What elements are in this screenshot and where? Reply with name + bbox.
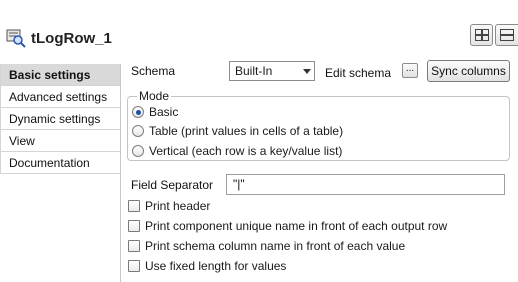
schema-type-value: Built-In <box>235 64 273 78</box>
checkbox[interactable] <box>128 200 140 212</box>
radio-selected-icon[interactable] <box>132 106 144 118</box>
edit-schema-label: Edit schema <box>325 66 392 80</box>
mode-option-basic[interactable]: Basic <box>132 104 178 120</box>
settings-sidebar: Basic settings Advanced settings Dynamic… <box>0 64 121 282</box>
print-column-name-option[interactable]: Print schema column name in front of eac… <box>128 238 405 254</box>
view-toggle <box>470 24 518 46</box>
fixed-length-option[interactable]: Use fixed length for values <box>128 258 286 274</box>
sidebar-item-advanced-settings[interactable]: Advanced settings <box>0 86 120 108</box>
mode-option-table[interactable]: Table (print values in cells of a table) <box>132 123 343 139</box>
grid-view-button[interactable] <box>470 24 494 46</box>
radio-icon[interactable] <box>132 145 144 157</box>
schema-type-select[interactable]: Built-In <box>229 61 315 81</box>
checkbox-label: Print schema column name in front of eac… <box>145 239 406 253</box>
checkbox-label: Print header <box>145 199 211 213</box>
mode-option-vertical[interactable]: Vertical (each row is a key/value list) <box>132 143 342 159</box>
print-unique-name-option[interactable]: Print component unique name in front of … <box>128 218 447 234</box>
mode-legend: Mode <box>137 89 172 103</box>
list-view-icon <box>500 29 514 41</box>
radio-icon[interactable] <box>132 125 144 137</box>
checkbox[interactable] <box>128 220 140 232</box>
list-view-button[interactable] <box>495 24 518 46</box>
mode-option-label: Table (print values in cells of a table) <box>149 124 344 138</box>
field-separator-input[interactable]: "|" <box>226 174 505 195</box>
sidebar-item-view[interactable]: View <box>0 130 120 152</box>
chevron-down-icon <box>300 62 314 80</box>
schema-label: Schema <box>131 64 176 78</box>
sidebar-item-basic-settings[interactable]: Basic settings <box>0 64 120 86</box>
checkbox[interactable] <box>128 240 140 252</box>
field-separator-label: Field Separator <box>131 178 214 192</box>
component-title: tLogRow_1 <box>31 30 112 47</box>
mode-option-label: Vertical (each row is a key/value list) <box>149 144 343 158</box>
sync-columns-button[interactable]: Sync columns <box>427 60 510 82</box>
edit-schema-button[interactable]: ... <box>402 63 418 78</box>
checkbox-label: Use fixed length for values <box>145 259 287 273</box>
print-header-option[interactable]: Print header <box>128 198 210 214</box>
basic-settings-panel: Schema Built-In Edit schema ... Sync col… <box>122 56 518 282</box>
mode-group: Mode Basic Table (print values in cells … <box>127 89 510 161</box>
checkbox-label: Print component unique name in front of … <box>145 219 448 233</box>
mode-option-label: Basic <box>149 105 179 119</box>
log-row-component-icon <box>6 29 26 48</box>
component-title-bar: tLogRow_1 <box>0 0 518 58</box>
grid-view-icon <box>474 29 489 41</box>
checkbox[interactable] <box>128 260 140 272</box>
sidebar-item-documentation[interactable]: Documentation <box>0 152 120 174</box>
sidebar-item-dynamic-settings[interactable]: Dynamic settings <box>0 108 120 130</box>
